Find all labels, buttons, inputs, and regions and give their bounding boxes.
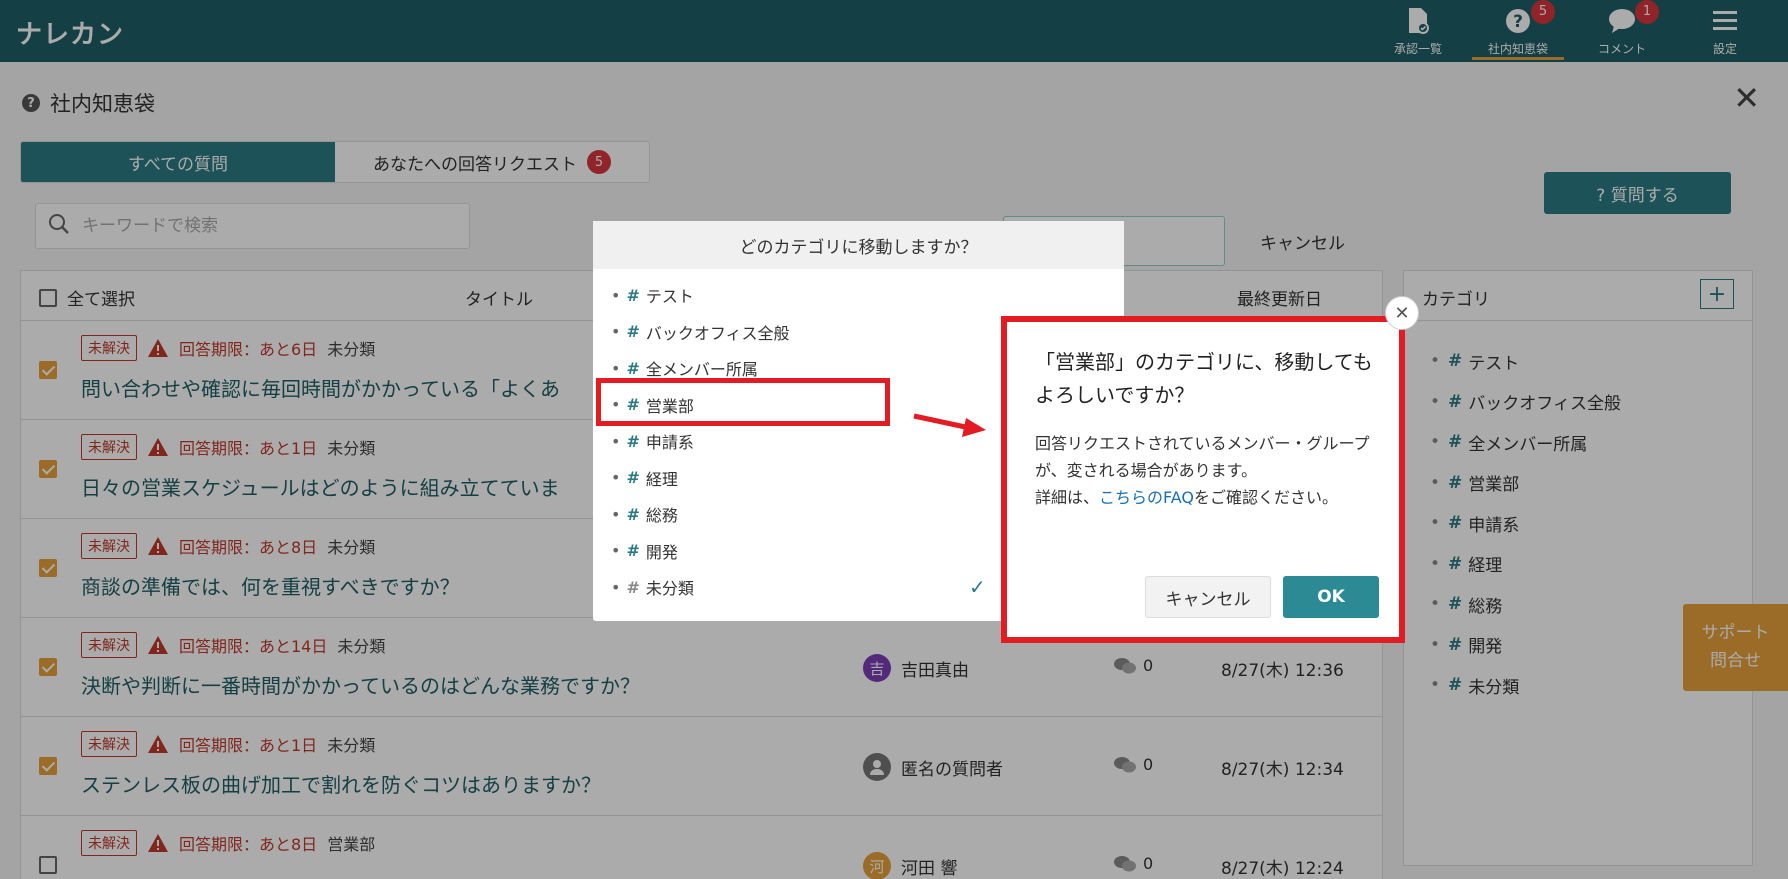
hash-icon: # (626, 577, 640, 597)
faq-link[interactable]: こちらのFAQ (1099, 488, 1194, 507)
move-category-option[interactable]: #テスト (593, 277, 1124, 314)
option-label: 全メンバー所属 (645, 360, 758, 380)
ok-button[interactable]: OK (1283, 576, 1379, 618)
close-dialog-button[interactable]: ✕ (1385, 296, 1419, 330)
option-label: 申請系 (645, 433, 694, 453)
confirm-body-prefix: 詳細は、 (1035, 488, 1100, 508)
hash-icon: # (626, 468, 640, 488)
hash-icon: # (626, 358, 640, 378)
confirm-body-line2: 詳細は、こちらのFAQをご確認ください。 (1035, 484, 1385, 511)
option-label: 総務 (645, 506, 678, 526)
hash-icon: # (626, 431, 640, 451)
option-label: 未分類 (645, 579, 694, 599)
arrow-icon (913, 413, 986, 437)
option-label: バックオフィス全般 (645, 323, 790, 343)
confirm-dialog: 「営業部」のカテゴリに、移動してもよろしいですか？ 回答リクエストされているメン… (1001, 316, 1405, 643)
hash-icon: # (626, 541, 640, 561)
confirm-dialog-title: 「営業部」のカテゴリに、移動してもよろしいですか？ (1035, 350, 1373, 407)
confirm-dialog-body: 回答リクエストされているメンバー・グループが、変される場合があります。 詳細は、… (1035, 430, 1385, 512)
move-category-dialog-title: どのカテゴリに移動しますか？ (593, 221, 1124, 269)
hash-icon: # (626, 285, 640, 305)
option-label: 経理 (645, 469, 678, 489)
confirm-body-suffix: をご確認ください。 (1194, 488, 1339, 508)
check-icon: ✓ (969, 575, 986, 600)
cancel-button[interactable]: キャンセル (1145, 576, 1271, 618)
highlight-box (596, 378, 890, 426)
hash-icon: # (626, 322, 640, 342)
option-label: 開発 (645, 542, 678, 562)
option-label: テスト (645, 287, 694, 307)
confirm-body-line1: 回答リクエストされているメンバー・グループが、変される場合があります。 (1035, 434, 1370, 481)
hash-icon: # (626, 504, 640, 524)
